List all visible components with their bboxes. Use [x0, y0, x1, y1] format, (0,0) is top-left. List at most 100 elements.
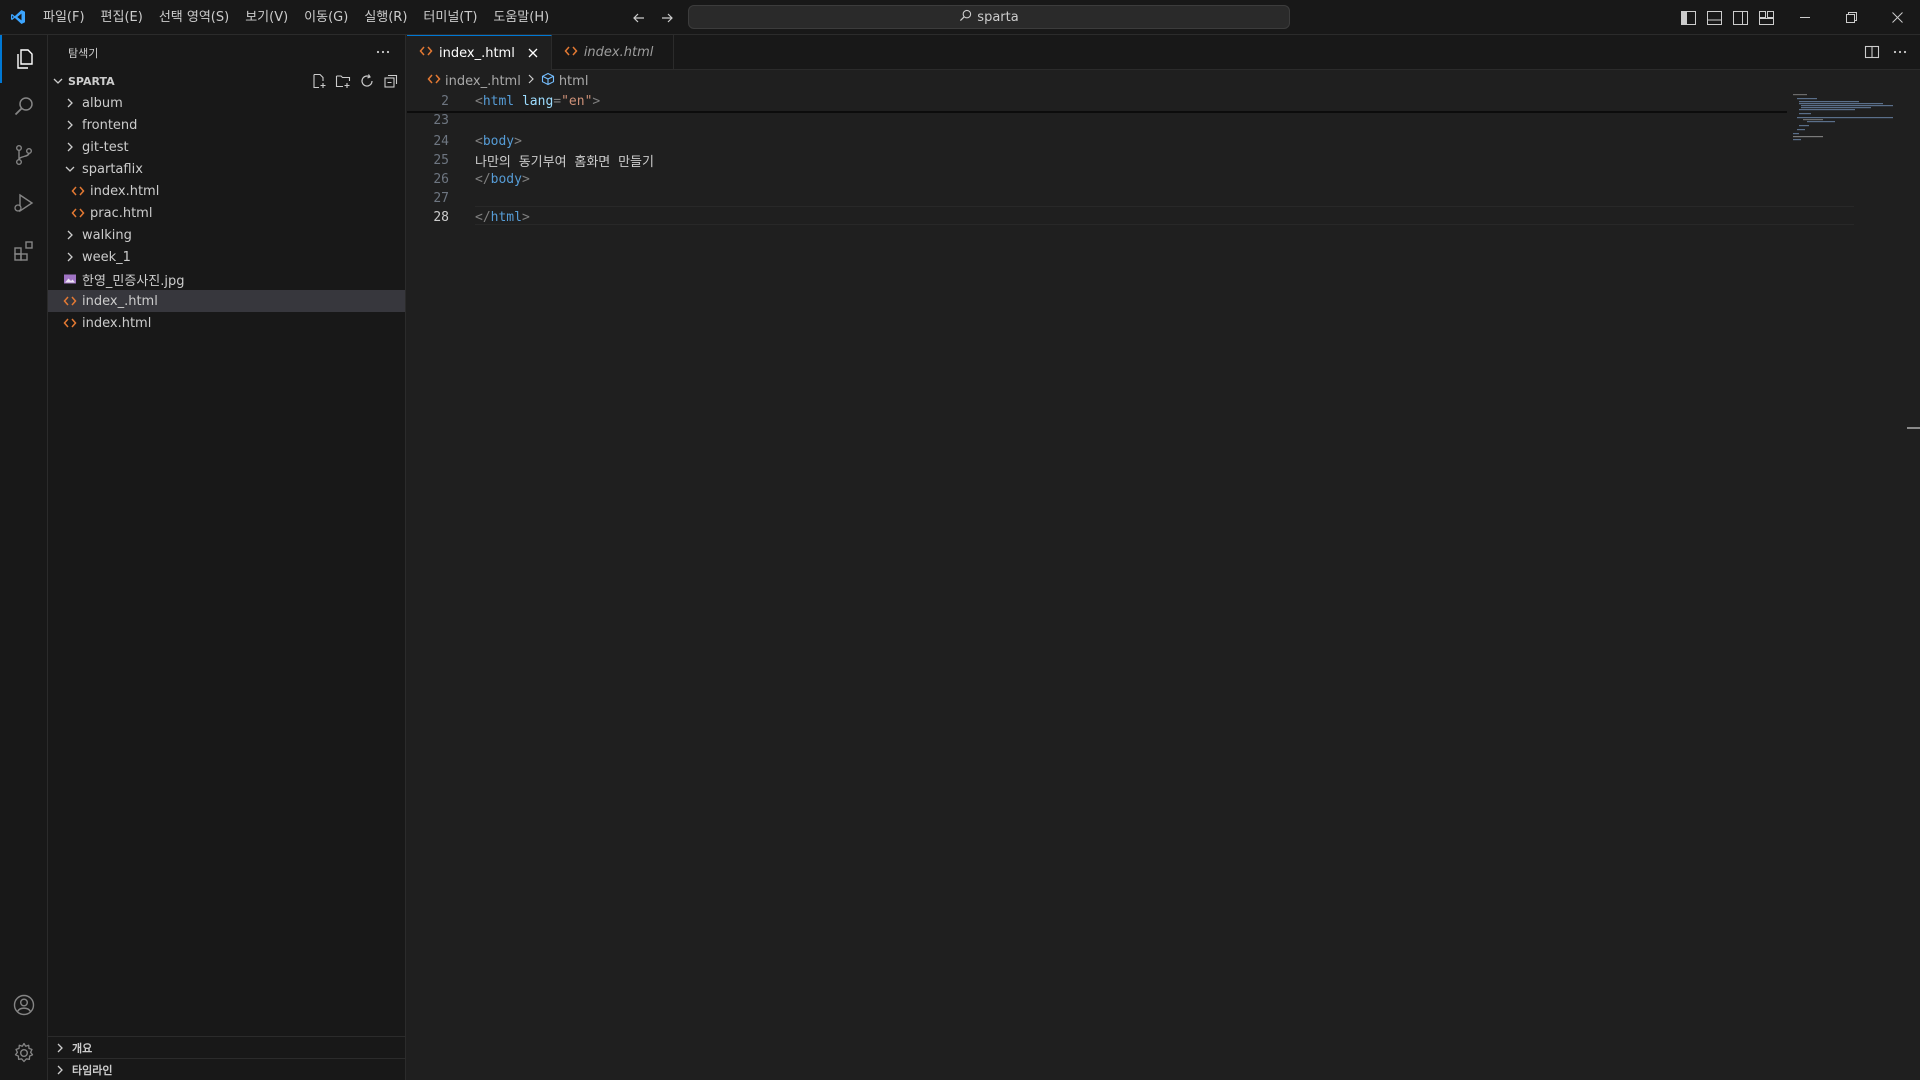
run-debug-icon[interactable] [0, 179, 48, 227]
chevron-right-icon [52, 1062, 68, 1078]
tree-folder[interactable]: walking [48, 224, 405, 246]
restore-icon[interactable] [1828, 0, 1874, 35]
tree-item-label: album [82, 95, 123, 111]
menu-item[interactable]: 이동(G) [296, 0, 356, 35]
menu-item[interactable]: 편집(E) [93, 0, 151, 35]
workspace-root-label: SPARTA [68, 74, 115, 88]
sticky-scroll-shadow [407, 111, 1787, 113]
code-line[interactable]: 24 <body> [407, 132, 1787, 151]
forward-arrow-icon[interactable] [658, 9, 676, 27]
chevron-right-icon [62, 95, 78, 111]
accounts-icon[interactable] [0, 981, 48, 1029]
more-actions-icon[interactable] [375, 44, 391, 63]
tree-file[interactable]: index_.html [48, 290, 405, 312]
tree-file[interactable]: index.html [48, 180, 405, 202]
toggle-panel-icon[interactable] [1706, 10, 1722, 26]
editor-more-actions-icon[interactable] [1892, 44, 1908, 64]
menu-item[interactable]: 터미널(T) [415, 0, 485, 35]
tree-file[interactable]: index.html [48, 312, 405, 334]
chevron-right-icon [62, 227, 78, 243]
split-editor-icon[interactable] [1864, 44, 1880, 64]
code-token: < [475, 134, 483, 149]
customize-layout-icon[interactable] [1758, 10, 1774, 26]
refresh-icon[interactable] [359, 73, 375, 89]
close-window-icon[interactable] [1874, 0, 1920, 35]
toggle-primary-sidebar-icon[interactable] [1680, 10, 1696, 26]
minimap[interactable] [1793, 92, 1903, 152]
menu-item[interactable]: 파일(F) [35, 0, 93, 35]
code-line[interactable]: 23 [407, 111, 1787, 129]
tab-label: index.html [583, 45, 654, 60]
line-number: 26 [433, 172, 449, 187]
tree-folder[interactable]: frontend [48, 114, 405, 136]
chevron-down-icon [50, 73, 66, 89]
settings-gear-icon[interactable] [0, 1029, 48, 1077]
breadcrumb: index_.html html [407, 70, 1920, 92]
outline-section-header[interactable]: 개요 [48, 1036, 406, 1058]
current-line-highlight [475, 206, 1854, 225]
collapse-all-icon[interactable] [383, 73, 399, 89]
code-token: 나만의 동기부여 홈화면 만들기 [475, 155, 654, 170]
command-center-search[interactable]: sparta [688, 5, 1290, 29]
workspace-section-header[interactable]: SPARTA [48, 70, 405, 92]
search-view-icon[interactable] [0, 83, 48, 131]
tree-folder[interactable]: week_1 [48, 246, 405, 268]
tree-item-label: index.html [90, 183, 160, 199]
source-control-icon[interactable] [0, 131, 48, 179]
breadcrumb-file[interactable]: index_.html [445, 74, 521, 89]
code-token: > [514, 134, 522, 149]
tree-item-label: index_.html [82, 293, 158, 309]
tree-file[interactable]: 한영_민증사진.jpg [48, 268, 405, 290]
code-token: </ [475, 172, 491, 187]
html-file-icon [419, 45, 433, 61]
line-content: 나만의 동기부여 홈화면 만들기 [475, 151, 654, 170]
code-line[interactable]: 2 <html lang="en"> [407, 92, 1787, 110]
code-token: = [553, 93, 562, 109]
line-number: 28 [433, 210, 449, 225]
explorer-sidebar: 탐색기 SPARTA album frontend git-test spartafl… [48, 35, 406, 1080]
explorer-header: 탐색기 [48, 35, 405, 70]
scrollbar-position-marker[interactable] [1907, 427, 1920, 429]
menu-item[interactable]: 선택 영역(S) [151, 0, 237, 35]
new-folder-icon[interactable] [335, 73, 351, 89]
menu-item[interactable]: 도움말(H) [485, 0, 557, 35]
tree-folder[interactable]: album [48, 92, 405, 114]
tree-item-label: week_1 [82, 249, 131, 265]
line-number: 27 [433, 191, 449, 206]
image-file-icon [62, 271, 78, 287]
tab-label: index_.html [439, 45, 515, 61]
outline-label: 개요 [72, 1041, 93, 1055]
menu-item[interactable]: 실행(R) [356, 0, 415, 35]
tab-index-html[interactable]: index.html [552, 35, 674, 70]
chevron-down-icon [62, 161, 78, 177]
code-token: "en" [561, 93, 593, 109]
back-arrow-icon[interactable] [630, 9, 648, 27]
close-tab-icon[interactable] [525, 45, 541, 61]
code-line[interactable]: 26 </body> [407, 170, 1787, 189]
code-token: body [490, 172, 522, 187]
tree-folder[interactable]: git-test [48, 136, 405, 158]
tree-folder[interactable]: spartaflix [48, 158, 405, 180]
line-content: <body> [475, 134, 522, 149]
toggle-secondary-sidebar-icon[interactable] [1732, 10, 1748, 26]
tree-file[interactable]: prac.html [48, 202, 405, 224]
tree-item-label: spartaflix [82, 161, 143, 177]
extensions-icon[interactable] [0, 227, 48, 275]
explorer-icon[interactable] [0, 35, 48, 83]
timeline-label: 타임라인 [72, 1063, 113, 1077]
tab-index-underscore-html[interactable]: index_.html [407, 35, 552, 70]
code-token: < [475, 93, 483, 109]
chevron-right-icon [52, 1040, 68, 1056]
code-line[interactable]: 25 나만의 동기부여 홈화면 만들기 [407, 151, 1787, 170]
line-number: 2 [441, 93, 449, 109]
vscode-logo-icon [0, 0, 35, 35]
timeline-section-header[interactable]: 타임라인 [48, 1058, 406, 1080]
new-file-icon[interactable] [311, 73, 327, 89]
breadcrumb-symbol[interactable]: html [559, 74, 589, 89]
minimize-icon[interactable] [1782, 0, 1828, 35]
chevron-right-icon [62, 117, 78, 133]
menu-bar: 파일(F) 편집(E) 선택 영역(S) 보기(V) 이동(G) 실행(R) 터미널(T) 도… [35, 0, 557, 35]
editor-tabs: index_.html index.html [407, 35, 1920, 70]
code-token: html [482, 93, 515, 109]
menu-item[interactable]: 보기(V) [237, 0, 296, 35]
